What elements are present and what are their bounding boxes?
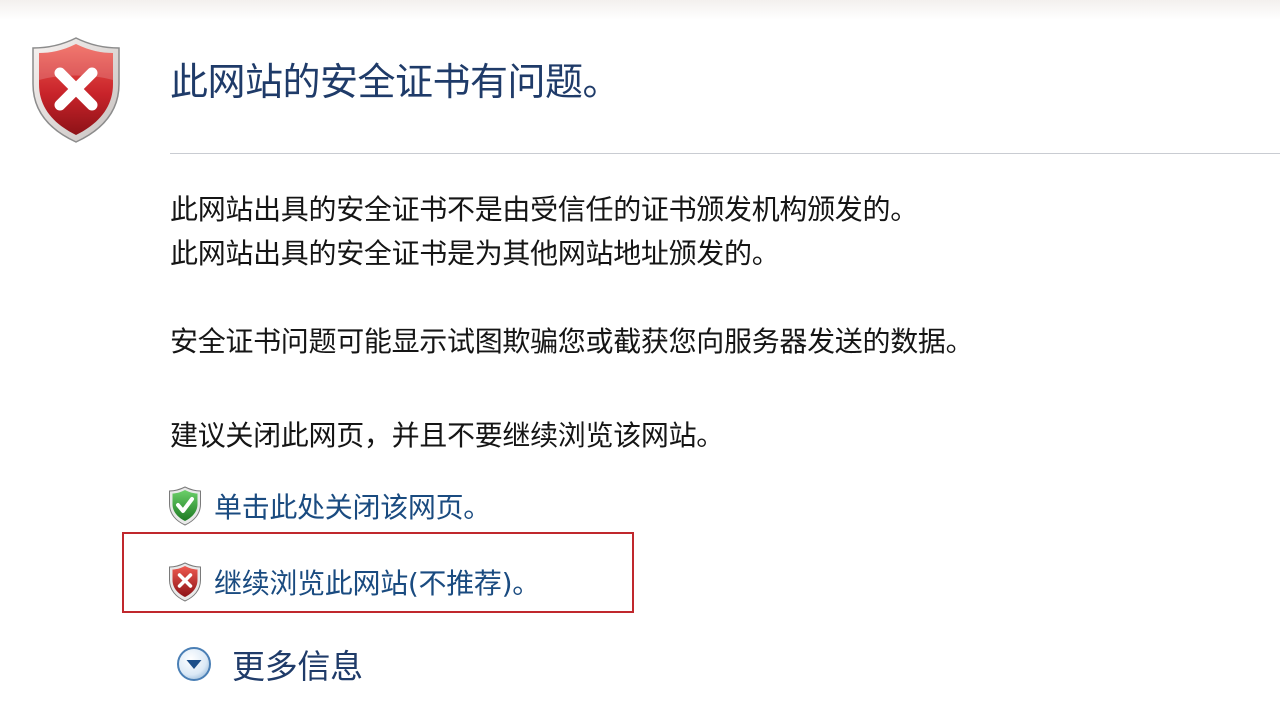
- chevron-down-circle-icon: [177, 647, 211, 681]
- red-x-shield-icon: [169, 562, 201, 602]
- more-info-toggle[interactable]: 更多信息: [176, 640, 363, 688]
- more-info-label[interactable]: 更多信息: [232, 640, 363, 688]
- risk-explanation: 安全证书问题可能显示试图欺骗您或截获您向服务器发送的数据。: [170, 325, 974, 358]
- title-divider: [170, 153, 1280, 154]
- continue-option[interactable]: 继续浏览此网站(不推荐)。: [168, 560, 540, 604]
- continue-to-website-link[interactable]: 继续浏览此网站(不推荐)。: [214, 562, 540, 602]
- close-page-option[interactable]: 单击此处关闭该网页。: [168, 484, 491, 528]
- close-page-link[interactable]: 单击此处关闭该网页。: [214, 486, 491, 526]
- description-line-untrusted-issuer: 此网站出具的安全证书不是由受信任的证书颁发机构颁发的。: [170, 193, 918, 226]
- top-background-fade: [0, 0, 1280, 20]
- green-check-shield-icon: [169, 486, 201, 526]
- description-line-address-mismatch: 此网站出具的安全证书是为其他网站地址颁发的。: [170, 237, 780, 270]
- error-shield-icon: [32, 37, 120, 143]
- recommendation-text: 建议关闭此网页，并且不要继续浏览该网站。: [170, 419, 725, 452]
- certificate-problem-description: 此网站出具的安全证书不是由受信任的证书颁发机构颁发的。 此网站出具的安全证书是为…: [170, 188, 918, 276]
- page-title: 此网站的安全证书有问题。: [170, 60, 621, 104]
